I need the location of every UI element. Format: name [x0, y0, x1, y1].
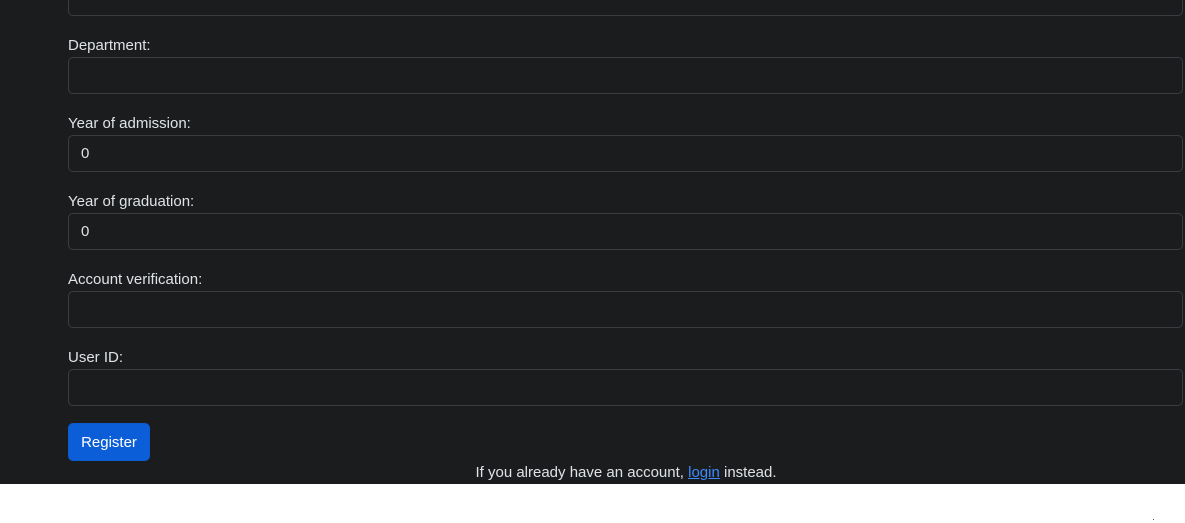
page-background: Department: Year of admission: Year of g…: [0, 0, 1185, 484]
year-of-admission-label: Year of admission:: [68, 115, 191, 132]
year-of-graduation-label: Year of graduation:: [68, 193, 195, 210]
account-verification-input[interactable]: [68, 291, 1183, 328]
department-label: Department:: [68, 37, 151, 54]
login-link[interactable]: login: [688, 464, 720, 481]
login-prompt-suffix: instead.: [719, 464, 777, 481]
previous-field-input[interactable]: [68, 0, 1183, 16]
login-prompt-prefix: If you already have an account,: [475, 464, 689, 481]
register-button[interactable]: Register: [68, 423, 150, 461]
user-id-input[interactable]: [68, 369, 1183, 406]
login-prompt: If you already have an account, login in…: [0, 464, 1185, 482]
user-id-label: User ID:: [68, 349, 124, 366]
year-of-admission-input[interactable]: [68, 135, 1183, 172]
corner-dot: [1153, 519, 1154, 520]
account-verification-label: Account verification:: [68, 271, 203, 288]
year-of-graduation-input[interactable]: [68, 213, 1183, 250]
registration-form: Department: Year of admission: Year of g…: [0, 0, 1185, 484]
department-input[interactable]: [68, 57, 1183, 94]
